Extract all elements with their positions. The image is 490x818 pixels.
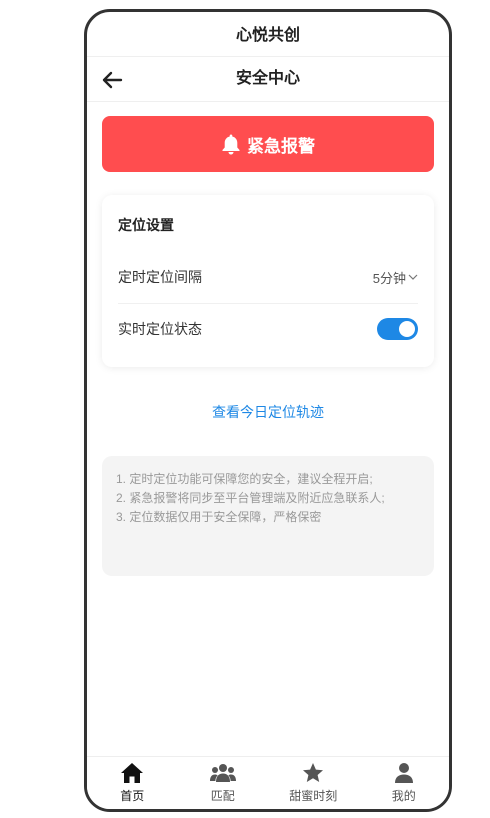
tab-match[interactable]: 匹配 xyxy=(178,757,269,809)
tab-sweet-moments[interactable]: 甜蜜时刻 xyxy=(268,757,359,809)
location-interval-label: 定时定位间隔 xyxy=(118,269,202,285)
tab-mine[interactable]: 我的 xyxy=(359,757,450,809)
tab-home[interactable]: 首页 xyxy=(87,757,178,809)
phone-frame: 心悦共创 安全中心 紧急报警 定位设置 定时定位间隔 5分钟 实时定位状态 查看… xyxy=(84,9,452,812)
back-arrow-icon[interactable] xyxy=(101,69,123,91)
tip-item: 3. 定位数据仅用于安全保障，严格保密 xyxy=(116,510,322,524)
star-icon xyxy=(303,763,324,782)
toggle-knob xyxy=(399,321,415,337)
tab-bar: 首页 匹配 甜蜜时刻 我的 xyxy=(87,756,449,809)
emergency-alarm-button[interactable]: 紧急报警 xyxy=(102,116,434,172)
page-title: 安全中心 xyxy=(235,70,300,87)
realtime-location-toggle[interactable] xyxy=(377,318,418,340)
home-icon xyxy=(121,763,144,783)
tip-item: 2. 紧急报警将同步至平台管理端及附近应急联系人; xyxy=(116,491,385,505)
bell-icon xyxy=(222,134,240,155)
location-interval-row: 定时定位间隔 5分钟 xyxy=(118,251,418,304)
location-settings-title: 定位设置 xyxy=(118,217,174,233)
tab-home-label: 首页 xyxy=(120,789,145,803)
today-track-link[interactable]: 查看今日定位轨迹 xyxy=(87,402,449,422)
app-title: 心悦共创 xyxy=(87,12,449,57)
tips-box: 1. 定时定位功能可保障您的安全，建议全程开启; 2. 紧急报警将同步至平台管理… xyxy=(102,456,434,576)
location-settings-card: 定位设置 定时定位间隔 5分钟 实时定位状态 xyxy=(102,195,434,367)
users-icon xyxy=(209,764,236,782)
location-interval-value: 5分钟 xyxy=(372,270,406,286)
tip-item: 1. 定时定位功能可保障您的安全，建议全程开启; xyxy=(116,472,373,486)
tab-mine-label: 我的 xyxy=(391,789,416,803)
tab-match-label: 匹配 xyxy=(210,789,235,803)
emergency-alarm-label: 紧急报警 xyxy=(247,136,315,156)
tab-sweet-moments-label: 甜蜜时刻 xyxy=(289,789,338,803)
user-icon xyxy=(394,763,413,783)
realtime-location-row: 实时定位状态 xyxy=(118,303,418,355)
realtime-location-label: 实时定位状态 xyxy=(118,321,202,337)
nav-bar: 安全中心 xyxy=(87,57,449,102)
chevron-down-icon xyxy=(408,274,418,280)
location-interval-select[interactable]: 5分钟 xyxy=(373,268,418,287)
